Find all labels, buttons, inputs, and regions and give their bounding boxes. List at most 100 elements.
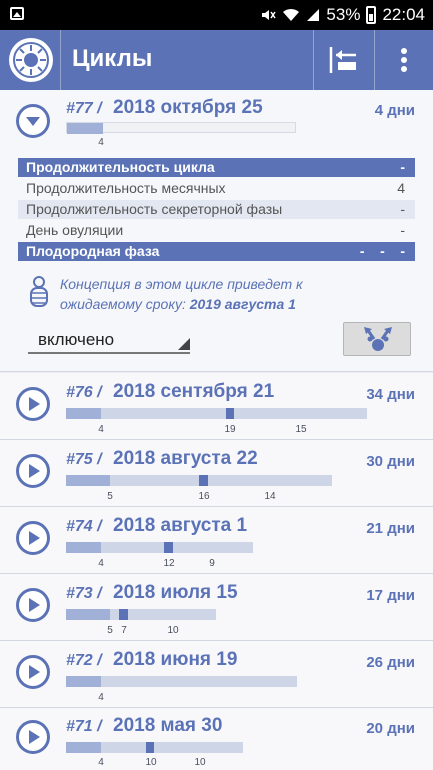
app-bar: Циклы bbox=[0, 30, 433, 90]
cycle-bar bbox=[66, 122, 296, 134]
bar-tick-label: 7 bbox=[121, 625, 127, 636]
detail-row-cycle-length: Продолжительность цикла - bbox=[18, 158, 415, 177]
detail-row-secretory-phase: Продолжительность секреторной фазы - bbox=[18, 200, 415, 219]
cycle-days: 21 дни bbox=[366, 520, 415, 537]
cycle-number: #77 / bbox=[66, 100, 102, 117]
bar-tick-label: 16 bbox=[198, 491, 210, 502]
cycle-number: #75 / bbox=[66, 451, 102, 468]
bar-tick-label: 10 bbox=[194, 757, 206, 768]
detail-value: 4 bbox=[397, 180, 405, 196]
cycle-date: 2018 августа 22 bbox=[113, 448, 258, 469]
baby-icon bbox=[30, 276, 48, 307]
app-logo-icon[interactable] bbox=[9, 38, 53, 82]
bar-tick-label: 4 bbox=[98, 558, 104, 569]
cycle-days: 17 дни bbox=[366, 587, 415, 604]
period-segment bbox=[66, 542, 101, 553]
ovulation-action-button[interactable] bbox=[343, 322, 411, 356]
period-segment bbox=[66, 475, 110, 486]
wifi-icon bbox=[283, 8, 300, 21]
detail-row-fertile-phase: Плодородная фаза - - - bbox=[18, 242, 415, 261]
mode-select[interactable]: включено bbox=[28, 326, 190, 354]
cycle-date: 2018 сентября 21 bbox=[113, 381, 275, 402]
cycle-bar bbox=[66, 542, 253, 553]
clock: 22:04 bbox=[382, 5, 425, 24]
detail-label: Продолжительность месячных bbox=[26, 180, 226, 196]
ovulation-marker bbox=[146, 742, 154, 753]
expand-button[interactable] bbox=[16, 454, 50, 488]
play-icon bbox=[29, 730, 40, 744]
cycle-number: #74 / bbox=[66, 518, 102, 535]
collapse-left-icon bbox=[329, 47, 356, 73]
overflow-menu-button[interactable] bbox=[375, 30, 433, 90]
period-segment bbox=[67, 123, 103, 134]
cycle-card[interactable]: #73 / 2018 июля 15 17 дни 5 7 10 bbox=[0, 574, 433, 641]
bar-tick-label: 14 bbox=[264, 491, 276, 502]
bar-tick-label: 5 bbox=[107, 625, 113, 636]
period-segment bbox=[66, 676, 101, 687]
period-segment bbox=[66, 742, 101, 753]
select-value: включено bbox=[38, 330, 115, 349]
bar-tick-label: 4 bbox=[98, 757, 104, 768]
cycle-date: 2018 октября 25 bbox=[113, 97, 263, 118]
expand-button[interactable] bbox=[16, 521, 50, 555]
page-title: Циклы bbox=[72, 45, 153, 72]
dropdown-triangle-icon bbox=[178, 338, 190, 350]
detail-label: Продолжительность цикла bbox=[26, 159, 215, 175]
cycle-number: #72 / bbox=[66, 652, 102, 669]
bar-tick-label: 5 bbox=[107, 491, 113, 502]
play-icon bbox=[29, 665, 40, 679]
cycle-number: #73 / bbox=[66, 585, 102, 602]
expand-button[interactable] bbox=[16, 588, 50, 622]
period-segment bbox=[66, 609, 110, 620]
detail-value: - - - bbox=[359, 243, 405, 259]
gallery-icon bbox=[10, 7, 24, 20]
cycle-list[interactable]: #77 / 2018 октября 25 4 дни 4 Продолжите… bbox=[0, 90, 433, 770]
cycle-card[interactable]: #74 / 2018 августа 1 21 дни 4 12 9 bbox=[0, 507, 433, 574]
collapse-all-button[interactable] bbox=[314, 30, 374, 90]
bar-tick-label: 19 bbox=[224, 424, 236, 435]
cycle-bar bbox=[66, 676, 297, 687]
separator bbox=[60, 30, 61, 90]
signal-icon bbox=[307, 9, 320, 21]
cycle-date: 2018 мая 30 bbox=[113, 715, 223, 736]
battery-icon bbox=[366, 6, 377, 24]
cycle-date: 2018 июля 15 bbox=[113, 582, 238, 603]
more-vert-icon bbox=[401, 48, 407, 72]
cycle-date: 2018 августа 1 bbox=[113, 515, 248, 536]
bar-tick-label: 4 bbox=[98, 692, 104, 703]
detail-label: Продолжительность секреторной фазы bbox=[26, 201, 283, 217]
ovulation-marker bbox=[164, 542, 173, 553]
bar-tick-label: 10 bbox=[145, 757, 157, 768]
collapse-toggle-button[interactable] bbox=[16, 104, 50, 138]
play-icon bbox=[29, 598, 40, 612]
ovulation-icon bbox=[364, 327, 392, 351]
conception-date: 2019 августа 1 bbox=[189, 296, 296, 312]
ovulation-marker bbox=[226, 408, 234, 419]
detail-value: - bbox=[400, 159, 405, 175]
mute-icon bbox=[262, 10, 277, 20]
ovulation-marker bbox=[119, 609, 128, 620]
cycle-card[interactable]: #75 / 2018 августа 22 30 дни 5 16 14 bbox=[0, 440, 433, 507]
cycle-number: #76 / bbox=[66, 384, 102, 401]
play-icon bbox=[29, 464, 40, 478]
cycle-card[interactable]: #76 / 2018 сентября 21 34 дни 4 19 15 bbox=[0, 373, 433, 440]
cycle-card[interactable]: #71 / 2018 мая 30 20 дни 4 10 10 bbox=[0, 708, 433, 770]
detail-value: - bbox=[400, 222, 405, 238]
battery-percent: 53% bbox=[326, 5, 361, 24]
bar-tick-label: 15 bbox=[295, 424, 307, 435]
cycle-bar bbox=[66, 475, 332, 486]
cycle-days: 30 дни bbox=[366, 453, 415, 470]
expand-button[interactable] bbox=[16, 387, 50, 421]
detail-label: День овуляции bbox=[26, 222, 124, 238]
detail-row-period-length: Продолжительность месячных 4 bbox=[18, 179, 415, 198]
chevron-down-icon bbox=[26, 117, 40, 126]
cycle-card[interactable]: #72 / 2018 июня 19 26 дни 4 bbox=[0, 641, 433, 708]
cycle-bar bbox=[66, 742, 243, 753]
cycle-card-expanded: #77 / 2018 октября 25 4 дни 4 Продолжите… bbox=[0, 90, 433, 372]
expand-button[interactable] bbox=[16, 720, 50, 754]
play-icon bbox=[29, 531, 40, 545]
cycle-days: 34 дни bbox=[366, 386, 415, 403]
expand-button[interactable] bbox=[16, 655, 50, 689]
ovulation-marker bbox=[199, 475, 208, 486]
cycle-number: #71 / bbox=[66, 718, 102, 735]
